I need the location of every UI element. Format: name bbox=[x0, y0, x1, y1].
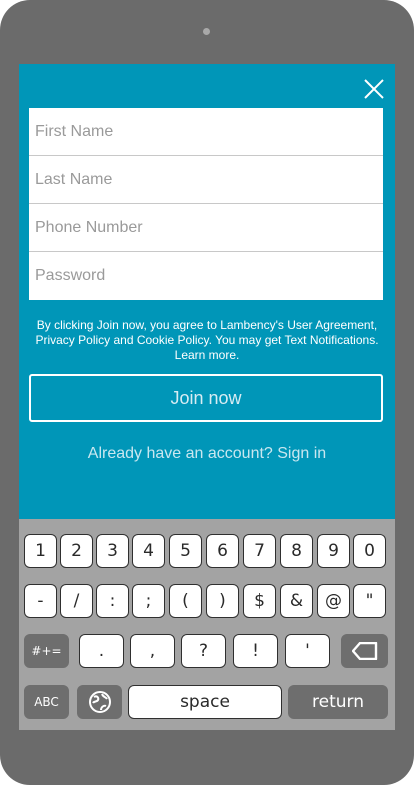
terms-line-2: Privacy Policy and Cookie Policy. You ma… bbox=[35, 333, 379, 347]
key-9[interactable]: 9 bbox=[317, 534, 350, 568]
first-name-field[interactable]: First Name bbox=[29, 108, 383, 156]
phone-number-field[interactable]: Phone Number bbox=[29, 204, 383, 252]
key-apostrophe[interactable]: ' bbox=[285, 634, 330, 668]
key-quote[interactable]: " bbox=[353, 584, 386, 618]
key-slash[interactable]: / bbox=[60, 584, 93, 618]
signup-screen: First Name Last Name Phone Number Passwo… bbox=[19, 64, 395, 730]
sign-in-link[interactable]: Already have an account? Sign in bbox=[19, 445, 395, 463]
key-5[interactable]: 5 bbox=[169, 534, 202, 568]
key-0[interactable]: 0 bbox=[353, 534, 386, 568]
key-at[interactable]: @ bbox=[317, 584, 350, 618]
key-1[interactable]: 1 bbox=[24, 534, 57, 568]
camera-dot bbox=[203, 28, 210, 35]
key-semicolon[interactable]: ; bbox=[132, 584, 165, 618]
close-icon[interactable] bbox=[363, 78, 385, 100]
keyboard: 1 2 3 4 5 6 7 8 9 0 - / : ; ( ) $ & @ " … bbox=[19, 519, 395, 730]
backspace-icon bbox=[351, 642, 377, 660]
globe-key[interactable] bbox=[77, 685, 122, 719]
key-4[interactable]: 4 bbox=[132, 534, 165, 568]
key-colon[interactable]: : bbox=[96, 584, 129, 618]
key-question[interactable]: ? bbox=[181, 634, 226, 668]
key-open-paren[interactable]: ( bbox=[169, 584, 202, 618]
terms-text: By clicking Join now, you agree to Lambe… bbox=[19, 318, 395, 363]
terms-line-1: By clicking Join now, you agree to Lambe… bbox=[36, 318, 378, 332]
abc-key[interactable]: ABC bbox=[24, 685, 69, 719]
key-3[interactable]: 3 bbox=[96, 534, 129, 568]
globe-icon bbox=[88, 691, 111, 713]
last-name-field[interactable]: Last Name bbox=[29, 156, 383, 204]
return-key[interactable]: return bbox=[288, 685, 388, 719]
key-7[interactable]: 7 bbox=[243, 534, 276, 568]
key-8[interactable]: 8 bbox=[280, 534, 313, 568]
learn-more-link[interactable]: Learn more. bbox=[19, 348, 395, 363]
signup-form: First Name Last Name Phone Number Passwo… bbox=[29, 108, 383, 300]
key-period[interactable]: . bbox=[79, 634, 124, 668]
phone-frame: First Name Last Name Phone Number Passwo… bbox=[0, 0, 414, 785]
key-6[interactable]: 6 bbox=[206, 534, 239, 568]
backspace-key[interactable] bbox=[341, 634, 388, 668]
key-ampersand[interactable]: & bbox=[280, 584, 313, 618]
key-dollar[interactable]: $ bbox=[243, 584, 276, 618]
symbols-key[interactable]: #+= bbox=[24, 634, 69, 668]
key-dash[interactable]: - bbox=[24, 584, 57, 618]
key-close-paren[interactable]: ) bbox=[206, 584, 239, 618]
password-field[interactable]: Password bbox=[29, 252, 383, 300]
key-2[interactable]: 2 bbox=[60, 534, 93, 568]
key-exclamation[interactable]: ! bbox=[233, 634, 278, 668]
key-comma[interactable]: , bbox=[130, 634, 175, 668]
space-key[interactable]: space bbox=[128, 685, 282, 719]
join-now-button[interactable]: Join now bbox=[29, 374, 383, 422]
